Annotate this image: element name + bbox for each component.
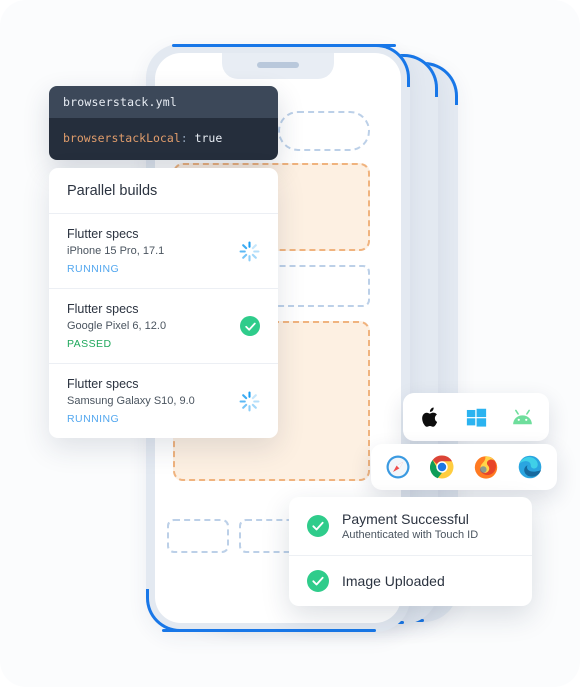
wireframe-block bbox=[167, 519, 229, 553]
wireframe-pill bbox=[278, 111, 370, 151]
build-name: Flutter specs bbox=[67, 302, 139, 316]
code-filename: browserstack.yml bbox=[49, 86, 278, 118]
check-circle-icon bbox=[240, 316, 260, 336]
code-body: browserstackLocal: true bbox=[49, 118, 278, 160]
browser-icon-strip bbox=[371, 444, 557, 490]
build-row[interactable]: Flutter specs Google Pixel 6, 12.0 PASSE… bbox=[49, 289, 278, 364]
code-separator: : bbox=[180, 131, 188, 145]
notification-item[interactable]: Payment Successful Authenticated with To… bbox=[289, 497, 532, 556]
spinner-icon bbox=[239, 391, 260, 412]
check-circle-icon bbox=[307, 515, 329, 537]
build-device: Samsung Galaxy S10, 9.0 bbox=[67, 395, 195, 407]
phone-speaker bbox=[257, 62, 299, 68]
build-device: Google Pixel 6, 12.0 bbox=[67, 320, 167, 332]
build-status: RUNNING bbox=[67, 413, 120, 425]
phone-accent-bottom bbox=[162, 629, 376, 632]
build-device: iPhone 15 Pro, 17.1 bbox=[67, 245, 165, 257]
firefox-icon[interactable] bbox=[473, 454, 499, 480]
code-key: browserstackLocal bbox=[63, 131, 181, 145]
chrome-icon[interactable] bbox=[429, 454, 455, 480]
notification-item[interactable]: Image Uploaded bbox=[289, 556, 532, 606]
build-status: RUNNING bbox=[67, 263, 120, 275]
notification-text: Payment Successful Authenticated with To… bbox=[342, 511, 478, 541]
notifications-card: Payment Successful Authenticated with To… bbox=[289, 497, 532, 606]
parallel-builds-title: Parallel builds bbox=[49, 168, 278, 214]
notification-title: Payment Successful bbox=[342, 511, 469, 527]
build-row[interactable]: Flutter specs Samsung Galaxy S10, 9.0 RU… bbox=[49, 364, 278, 438]
safari-icon[interactable] bbox=[385, 454, 411, 480]
build-name: Flutter specs bbox=[67, 377, 139, 391]
parallel-builds-card: Parallel builds Flutter specs iPhone 15 … bbox=[49, 168, 278, 438]
android-icon[interactable] bbox=[509, 404, 535, 430]
os-icon-strip bbox=[403, 393, 549, 441]
build-name: Flutter specs bbox=[67, 227, 139, 241]
notification-text: Image Uploaded bbox=[342, 573, 445, 589]
illustration-canvas: browserstack.yml browserstackLocal: true… bbox=[0, 0, 580, 687]
check-circle-icon bbox=[307, 570, 329, 592]
build-info: Flutter specs Samsung Galaxy S10, 9.0 RU… bbox=[67, 377, 195, 425]
build-info: Flutter specs Google Pixel 6, 12.0 PASSE… bbox=[67, 302, 166, 350]
build-status: PASSED bbox=[67, 338, 112, 350]
edge-icon[interactable] bbox=[517, 454, 543, 480]
build-row[interactable]: Flutter specs iPhone 15 Pro, 17.1 RUNNIN… bbox=[49, 214, 278, 289]
spinner-icon bbox=[239, 241, 260, 262]
build-info: Flutter specs iPhone 15 Pro, 17.1 RUNNIN… bbox=[67, 227, 164, 275]
code-value: true bbox=[194, 131, 223, 145]
apple-icon[interactable] bbox=[417, 404, 443, 430]
notification-subtitle: Authenticated with Touch ID bbox=[342, 529, 479, 541]
notification-title: Image Uploaded bbox=[342, 573, 445, 589]
code-snippet-card: browserstack.yml browserstackLocal: true bbox=[49, 86, 278, 160]
windows-icon[interactable] bbox=[463, 404, 489, 430]
phone-accent-top bbox=[172, 44, 396, 47]
